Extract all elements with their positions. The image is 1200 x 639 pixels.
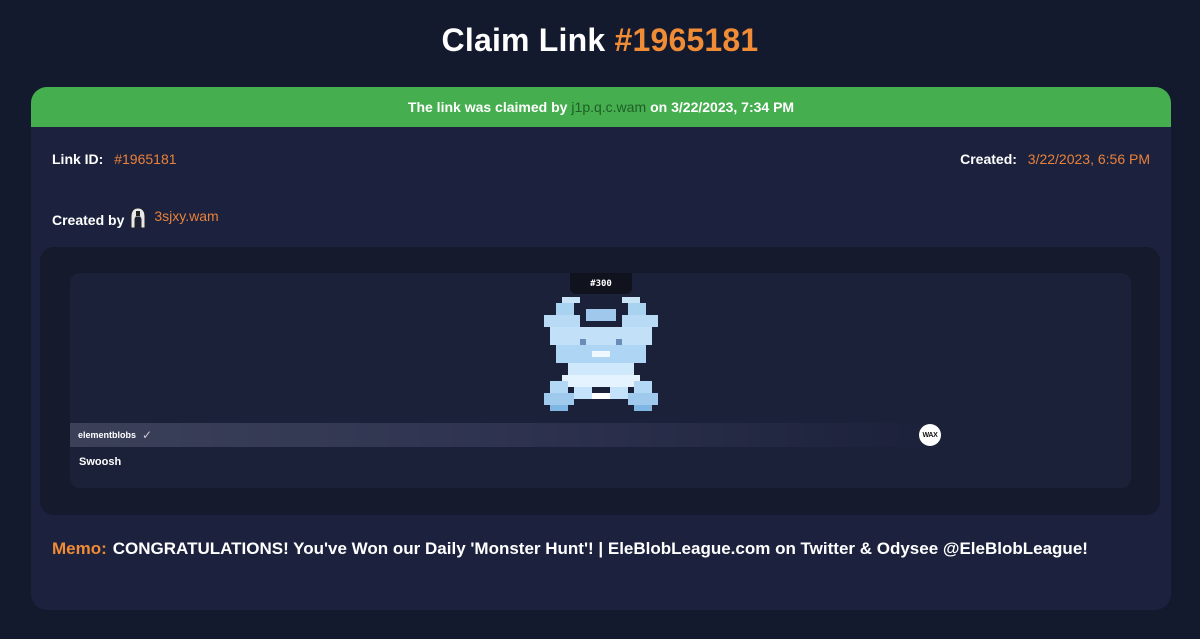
page-title-prefix: Claim Link <box>441 22 606 58</box>
created-field: Created: 3/22/2023, 6:56 PM <box>960 151 1150 167</box>
claimed-status-banner: The link was claimed by j1p.q.c.wam on 3… <box>31 87 1171 127</box>
memo: Memo: CONGRATULATIONS! You've Won our Dai… <box>52 536 1132 562</box>
link-id-value: #1965181 <box>114 151 177 167</box>
helmet-avatar-icon[interactable] <box>129 207 147 229</box>
page-title-link-number: #1965181 <box>614 22 759 58</box>
link-id-label: Link ID: <box>52 151 104 167</box>
creator-row: Created by 3sjxy.wam <box>52 205 219 229</box>
link-info-row: Link ID: #1965181 Created: 3/22/2023, 6:… <box>52 151 1150 167</box>
collection-name: elementblobs <box>78 430 137 440</box>
memo-text: CONGRATULATIONS! You've Won our Daily 'M… <box>112 539 1088 558</box>
banner-text-before: The link was claimed by <box>407 99 568 115</box>
nft-name: Swoosh <box>79 456 122 468</box>
creator-account-link[interactable]: 3sjxy.wam <box>154 208 218 224</box>
nft-card[interactable]: #300 elementblobs ✓ WAX Swoosh <box>70 273 1131 488</box>
claim-link-card: The link was claimed by j1p.q.c.wam on 3… <box>31 87 1171 610</box>
created-label: Created: <box>960 151 1017 167</box>
collection-bar[interactable]: elementblobs ✓ <box>70 423 930 447</box>
link-id-field: Link ID: #1965181 <box>52 151 177 167</box>
wax-logo-icon[interactable]: WAX <box>919 424 941 446</box>
nft-preview-container: #300 elementblobs ✓ WAX Swoosh <box>40 247 1160 515</box>
check-icon: ✓ <box>142 428 153 442</box>
memo-label: Memo: <box>52 539 107 558</box>
created-value: 3/22/2023, 6:56 PM <box>1027 151 1150 167</box>
page-title: Claim Link #1965181 <box>0 22 1200 59</box>
mint-number-badge: #300 <box>570 273 632 294</box>
claimer-account-link[interactable]: j1p.q.c.wam <box>571 99 646 115</box>
banner-text-after: on 3/22/2023, 7:34 PM <box>650 99 795 115</box>
created-by-label: Created by <box>52 212 125 228</box>
nft-image <box>544 297 658 411</box>
